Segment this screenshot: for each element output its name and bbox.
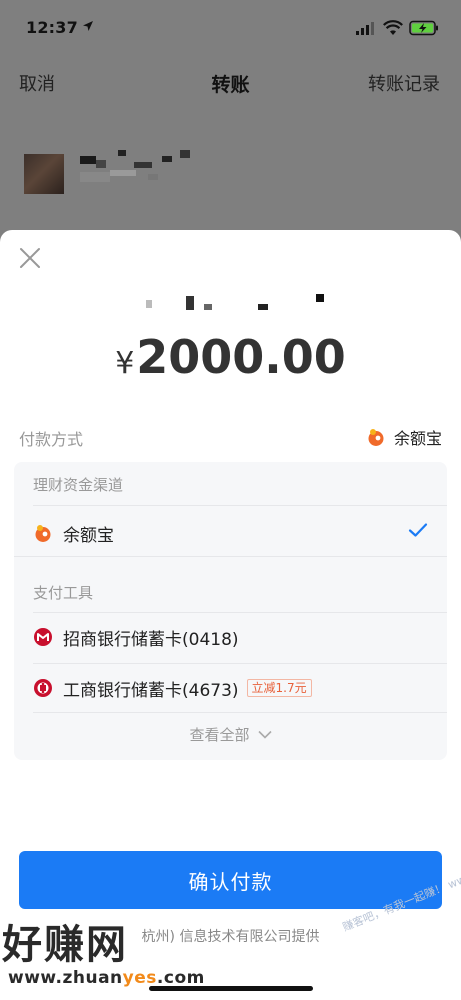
finance-channel-label: 理财资金渠道 <box>33 476 124 494</box>
yuebao-icon <box>33 523 53 543</box>
payment-options-card: 理财资金渠道 余额宝 支付工具 招商银行储蓄卡(0418) 工商银行储蓄卡(46… <box>14 462 447 760</box>
view-all-label: 查看全部 <box>189 726 250 744</box>
payment-method-value: 余额宝 <box>366 425 442 449</box>
transfer-history-link[interactable]: 转账记录 <box>368 70 440 96</box>
payee-name-pixelated <box>146 294 324 310</box>
option-yuebao[interactable]: 余额宝 <box>33 518 428 548</box>
close-icon[interactable] <box>19 247 41 269</box>
payment-method-label: 付款方式 <box>19 430 84 449</box>
icbc-bank-icon <box>33 678 53 698</box>
recipient-name-pixelated <box>80 150 190 182</box>
option-cmb-card[interactable]: 招商银行储蓄卡(0418) <box>33 622 428 652</box>
payment-tools-label: 支付工具 <box>33 584 94 602</box>
location-arrow-icon <box>83 21 93 31</box>
divider <box>14 556 447 557</box>
battery-charging-icon <box>409 20 438 36</box>
payment-sheet: ¥2000.00 付款方式 余额宝 理财资金渠道 余额宝 支付工具 招商银行储蓄… <box>0 230 461 1000</box>
option-label: 工商银行储蓄卡(4673) <box>63 680 239 701</box>
discount-badge: 立减1.7元 <box>246 679 312 697</box>
status-time: 12:37 <box>26 18 78 37</box>
yuebao-icon <box>368 429 384 446</box>
status-bar: 12:37 <box>0 0 461 58</box>
cmb-bank-icon <box>33 627 53 647</box>
top-nav: 取消 转账 转账记录 <box>0 62 461 102</box>
payment-method-row[interactable]: 付款方式 余额宝 <box>19 424 442 449</box>
watermark-url: www.zhuanyes.com <box>8 968 205 988</box>
checkmark-icon <box>408 523 428 537</box>
confirm-payment-button[interactable]: 确认付款 <box>19 851 442 909</box>
divider <box>33 505 447 506</box>
watermark-title: 好赚网 <box>2 922 128 968</box>
option-icbc-card[interactable]: 工商银行储蓄卡(4673) 立减1.7元 <box>33 673 428 703</box>
divider <box>33 612 447 613</box>
payment-method-text: 余额宝 <box>393 429 442 448</box>
home-indicator[interactable] <box>149 986 313 991</box>
watermark-logo: 好赚网 www.zhuanyes.com <box>2 912 204 992</box>
amount-value: 2000.00 <box>136 330 346 384</box>
option-label: 招商银行储蓄卡(0418) <box>63 629 239 650</box>
view-all-button[interactable]: 查看全部 <box>14 724 447 745</box>
cellular-signal-icon <box>356 22 374 35</box>
recipient-avatar <box>24 154 64 194</box>
currency-symbol: ¥ <box>115 346 135 381</box>
chevron-down-icon <box>257 730 272 739</box>
divider <box>33 663 447 664</box>
wifi-icon <box>383 20 403 35</box>
transfer-amount: ¥2000.00 <box>0 330 461 384</box>
option-label: 余额宝 <box>63 525 114 546</box>
divider <box>33 712 447 713</box>
